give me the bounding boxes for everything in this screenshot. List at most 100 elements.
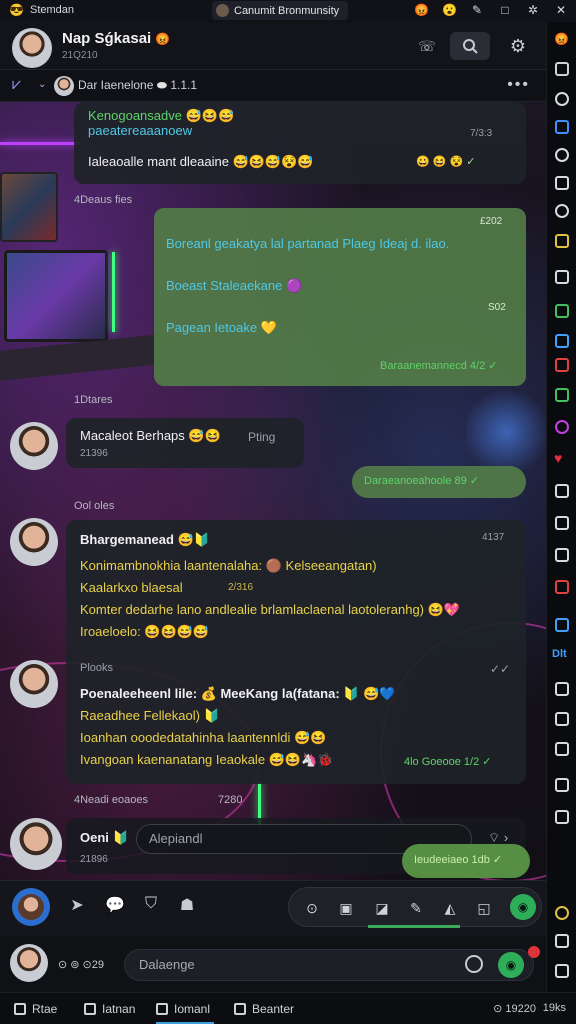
phone-icon[interactable] — [555, 548, 569, 562]
profile-avatar-button[interactable] — [12, 888, 50, 926]
background-monitor — [4, 250, 108, 342]
copy-icon[interactable] — [555, 712, 569, 726]
active-tool-indicator — [368, 925, 460, 928]
file-icon[interactable]: ◱ — [473, 897, 495, 919]
gif-icon[interactable]: ▣ — [335, 897, 357, 919]
image-icon[interactable] — [555, 304, 569, 318]
star-icon[interactable] — [555, 234, 569, 248]
pencil-icon[interactable]: ✎ — [405, 897, 427, 919]
send-arrow-icon[interactable]: ➤ — [66, 895, 88, 917]
window-icon[interactable] — [555, 334, 569, 348]
palette-icon[interactable] — [555, 420, 569, 434]
puzzle-icon[interactable] — [555, 618, 569, 632]
clock-icon[interactable] — [555, 92, 569, 106]
close-icon[interactable]: ✕ — [554, 3, 568, 17]
clock-text: 19220 — [505, 1003, 536, 1015]
download-icon[interactable] — [555, 810, 569, 824]
send-message-button[interactable]: ◉ — [498, 952, 524, 978]
send-button[interactable]: ◉ — [510, 894, 536, 920]
pen-icon[interactable]: ✎ — [470, 3, 484, 17]
neon-light — [112, 252, 115, 332]
search-button[interactable] — [450, 32, 490, 60]
message-time: S02 — [488, 302, 506, 313]
tab-label: Iatnan — [102, 1002, 136, 1016]
tag-icon[interactable] — [555, 516, 569, 530]
tab-iomanl[interactable]: Iomanl — [156, 1002, 210, 1016]
chat-bubble-icon[interactable]: 💬 — [104, 895, 126, 917]
heart-icon[interactable]: ♥ — [554, 450, 562, 466]
edit-icon[interactable] — [555, 176, 569, 190]
reply-placeholder: Alepiandl — [149, 831, 203, 846]
more-options-icon[interactable]: ••• — [507, 76, 530, 94]
timer-icon[interactable]: ⊙ — [301, 897, 323, 919]
notification-badge — [528, 946, 540, 958]
contact-name[interactable]: Nap Sǵkasai 😡 — [62, 30, 170, 47]
message-bubble-outgoing[interactable]: Ieudeeiaeo 1db ✓ — [402, 844, 530, 878]
tab-iatnan[interactable]: Iatnan — [84, 1002, 135, 1016]
face-icon[interactable]: 😮 — [442, 3, 457, 17]
sender-avatar[interactable] — [10, 422, 58, 470]
message-time: £202 — [480, 216, 503, 227]
emoji-icon[interactable]: 😡 — [554, 32, 569, 46]
settings-button[interactable]: ⚙ — [503, 32, 533, 60]
chat-area[interactable]: Kenogoansadve 😅😆😅 paeatereaaanoew 7/3:3 … — [0, 102, 546, 880]
tab-rtae[interactable]: Rtae — [14, 1002, 57, 1016]
people-icon[interactable]: ☗ — [176, 895, 198, 917]
message-bubble-outgoing[interactable]: £202 Boreanl geakatya lal partanad Plaeg… — [154, 208, 526, 386]
call-button[interactable]: ☏ — [412, 32, 442, 60]
read-receipt-icon: ✓✓ — [490, 662, 511, 676]
chat-header: Nap Sǵkasai 😡 21Q210 ☏ ⚙ — [0, 22, 546, 70]
circle-icon[interactable] — [555, 148, 569, 162]
chat-icon[interactable] — [555, 120, 569, 134]
message-bubble[interactable]: Macaleot Berhaps 😅😆 Pting 21396 — [66, 418, 304, 468]
folder-icon[interactable] — [555, 388, 569, 402]
compose-tools: ⊙ ▣ ◪ ✎ ◭ ◱ ◉ — [288, 887, 542, 927]
box-icon[interactable] — [555, 484, 569, 498]
tab-beanter[interactable]: Beanter — [234, 1002, 294, 1016]
emoji-badge-icon[interactable]: 😡 — [414, 3, 429, 17]
message-text: Boeast Staleaekane 🟣 — [166, 278, 303, 293]
dropdown-icon[interactable]: ⌄ — [38, 79, 46, 90]
message-bubble-outgoing[interactable]: Daraeanoeahoole 89 ✓ — [352, 466, 526, 498]
bookmark-icon[interactable]: ⛉ — [140, 895, 162, 917]
share-icon[interactable] — [555, 682, 569, 696]
globe-icon[interactable] — [555, 204, 569, 218]
status-dot-icon[interactable] — [555, 906, 569, 920]
message-input-placeholder: Dalaenge — [139, 957, 195, 972]
chat-subheader: ⩗ ⌄ Dar Iaenelone ⬬ 1.1.1 ••• — [0, 70, 546, 102]
frame-icon[interactable] — [555, 270, 569, 284]
settings-icon[interactable]: ✲ — [526, 3, 540, 17]
message-time: 2/316 — [228, 582, 254, 593]
message-text: Raeadhee Fellekaol) 🔰 — [80, 708, 220, 723]
message-text: Kaalarkxo blaesal — [80, 580, 183, 595]
vee-logo-icon[interactable]: ⩗ — [12, 76, 21, 94]
tab-label: Rtae — [32, 1002, 58, 1016]
angry-icon: 😡 — [155, 32, 171, 46]
bottom-tab-bar: Rtae Iatnan Iomanl Beanter ⊙ 19220 19ks — [0, 992, 576, 1024]
dlt-icon[interactable]: Dlt — [552, 648, 567, 660]
layout-icon[interactable] — [555, 964, 569, 978]
sender-avatar[interactable] — [10, 518, 58, 566]
panel-icon[interactable] — [555, 934, 569, 948]
emoji-picker-icon[interactable] — [465, 955, 483, 973]
calendar-icon[interactable] — [555, 742, 569, 756]
grid-icon[interactable] — [555, 62, 569, 76]
pin-icon[interactable] — [555, 580, 569, 594]
sender-avatar[interactable] — [10, 660, 58, 708]
self-avatar[interactable] — [10, 944, 48, 982]
window-title-pill[interactable]: Canumit Bronmunsity — [212, 1, 348, 20]
compose-bar: ⊙ ⊚ ⊙29 Dalaenge ◉ — [0, 936, 546, 992]
sender-avatar[interactable] — [10, 818, 62, 870]
message-bubble[interactable]: Kenogoansadve 😅😆😅 paeatereaaanoew 7/3:3 … — [74, 102, 526, 184]
record-icon[interactable] — [555, 358, 569, 372]
message-time: 21896 — [80, 854, 108, 865]
drop-icon[interactable]: ◭ — [439, 897, 461, 919]
sticker-icon[interactable]: ◪ — [371, 897, 393, 919]
message-bubble[interactable]: Bhargemanead 😅🔰 4137 Konimambnokhia laan… — [66, 520, 526, 784]
contact-avatar[interactable] — [12, 28, 52, 68]
maximize-icon[interactable]: □ — [498, 3, 512, 17]
date-separator: 1Dtares — [74, 394, 113, 406]
group-avatar[interactable] — [54, 76, 74, 96]
bell-icon[interactable] — [555, 778, 569, 792]
right-rail: 😡 ♥ Dlt — [546, 22, 576, 1024]
